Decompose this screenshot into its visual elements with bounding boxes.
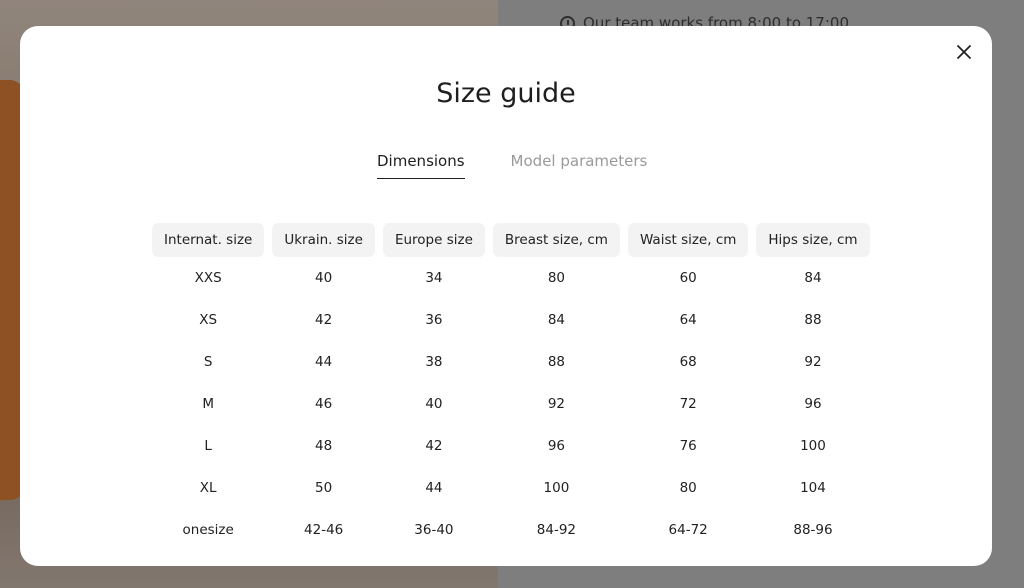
table-row: S 44 38 88 68 92 [152,341,870,383]
column-header: Waist size, cm [627,223,749,257]
table-cell: 92 [804,354,822,370]
table-cell: M [202,396,214,412]
close-button[interactable] [952,40,976,64]
table-cell: 84-92 [536,522,577,538]
table-cell: 80 [679,480,697,496]
table-cell: 64-72 [668,522,708,538]
table-cell: 50 [315,480,333,496]
table-cell: 36 [425,312,443,328]
table-cell: 68 [679,354,697,370]
table-cell: 34 [425,270,443,286]
table-cell: 96 [804,396,822,412]
size-table: Internat. size Ukrain. size Europe size … [144,223,878,551]
table-cell: 64 [679,312,697,328]
table-cell: 72 [679,396,697,412]
modal-title: Size guide [436,78,576,109]
table-cell: 44 [425,480,443,496]
table-cell: 42 [315,312,333,328]
table-row: XL 50 44 100 80 104 [152,467,870,509]
table-cell: 92 [547,396,565,412]
table-cell: 48 [315,438,333,454]
table-cell: onesize [182,522,234,538]
table-cell: XL [199,480,217,496]
column-header: Ukrain. size [272,223,375,257]
table-cell: 88 [547,354,565,370]
table-cell: 80 [547,270,565,286]
table-cell: 84 [804,270,822,286]
close-icon [957,45,971,59]
table-row: onesize 42-46 36-40 84-92 64-72 88-96 [152,509,870,551]
column-header: Europe size [382,223,485,257]
table-row: XXS 40 34 80 60 84 [152,257,870,299]
tab-model-parameters[interactable]: Model parameters [511,152,648,179]
table-row: L 48 42 96 76 100 [152,425,870,467]
size-guide-tabs: Dimensions Model parameters [377,152,647,179]
table-cell: 96 [547,438,565,454]
table-cell: 104 [800,480,826,496]
table-cell: 100 [800,438,826,454]
table-cell: 40 [315,270,333,286]
table-cell: XS [199,312,218,328]
table-header-row: Internat. size Ukrain. size Europe size … [152,223,870,257]
tab-dimensions[interactable]: Dimensions [377,152,465,179]
table-cell: 38 [425,354,443,370]
column-header: Breast size, cm [492,223,620,257]
column-header: Internat. size [152,223,265,257]
size-guide-modal: Size guide Dimensions Model parameters I… [20,26,992,566]
table-row: M 46 40 92 72 96 [152,383,870,425]
table-cell: 36-40 [414,522,454,538]
column-header: Hips size, cm [756,223,870,257]
table-cell: 40 [425,396,443,412]
table-cell: 84 [547,312,565,328]
table-cell: 88-96 [793,522,833,538]
table-cell: 42 [425,438,443,454]
table-cell: XXS [194,270,222,286]
table-cell: L [204,438,212,454]
table-cell: 100 [543,480,570,496]
table-row: XS 42 36 84 64 88 [152,299,870,341]
table-cell: 88 [804,312,822,328]
table-cell: 44 [315,354,333,370]
table-cell: 76 [679,438,697,454]
table-cell: S [203,354,213,370]
table-cell: 42-46 [304,522,344,538]
table-cell: 60 [679,270,697,286]
table-cell: 46 [315,396,333,412]
